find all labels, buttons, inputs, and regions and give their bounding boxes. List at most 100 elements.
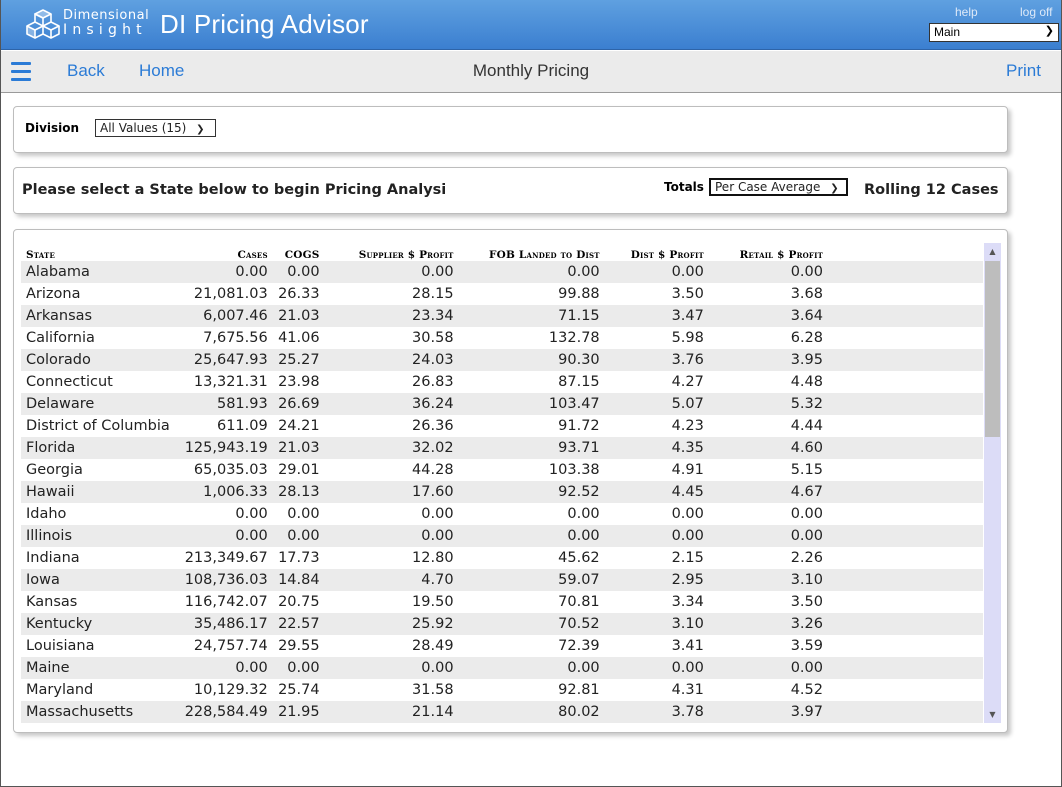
cell-state[interactable]: Georgia [21, 459, 179, 481]
cell-dist-profit: 3.47 [602, 305, 707, 327]
cell-retail-profit: 3.97 [706, 701, 826, 723]
cell-fob-landed-to-dist: 59.07 [456, 569, 603, 591]
cell-retail-profit: 4.52 [706, 679, 826, 701]
cell-fob-landed-to-dist: 99.88 [456, 283, 603, 305]
cell-cases: 116,742.07 [178, 591, 271, 613]
cell-state[interactable]: Kansas [21, 591, 179, 613]
header-retail-profit[interactable]: Retail $ Profit [707, 243, 826, 261]
main-view-select[interactable]: Main ❯ [929, 23, 1059, 42]
cell-fob-landed-to-dist: 132.78 [456, 327, 603, 349]
cell-fob-landed-to-dist: 70.81 [456, 591, 603, 613]
table-row[interactable]: Connecticut 13,321.31 23.98 26.83 87.15 4.27 4… [21, 371, 826, 393]
table-row[interactable]: Indiana 213,349.67 17.73 12.80 45.62 2.15 2.26 [21, 547, 826, 569]
table-row[interactable]: Massachusetts 228,584.49 21.95 21.14 80.02 3.… [21, 701, 826, 723]
cell-supplier-profit: 36.24 [322, 393, 457, 415]
header-cases[interactable]: Cases [179, 243, 271, 261]
table-row[interactable]: Maryland 10,129.32 25.74 31.58 92.81 4.31 4.52 [21, 679, 826, 701]
cell-dist-profit: 4.91 [602, 459, 707, 481]
cell-retail-profit: 3.50 [706, 591, 826, 613]
cell-state[interactable]: Colorado [21, 349, 179, 371]
cell-state[interactable]: Florida [21, 437, 179, 459]
cell-fob-landed-to-dist: 90.30 [456, 349, 603, 371]
cell-retail-profit: 4.60 [706, 437, 826, 459]
table-row[interactable]: Iowa 108,736.03 14.84 4.70 59.07 2.95 3.10 [21, 569, 826, 591]
division-select[interactable]: All Values (15) ❯ [95, 119, 216, 137]
cell-cogs: 21.03 [270, 437, 323, 459]
cell-state[interactable]: Illinois [21, 525, 179, 547]
table-row[interactable]: Hawaii 1,006.33 28.13 17.60 92.52 4.45 4.67 [21, 481, 826, 503]
cell-state[interactable]: Connecticut [21, 371, 179, 393]
totals-select[interactable]: Per Case Average ❯ [709, 178, 848, 196]
table-row[interactable]: Arkansas 6,007.46 21.03 23.34 71.15 3.47 3.64 [21, 305, 826, 327]
table-scroll-area[interactable]: State Cases COGS Supplier $ Profit FOB L… [21, 243, 983, 723]
cell-state[interactable]: Massachusetts [21, 701, 179, 723]
cell-fob-landed-to-dist: 0.00 [456, 503, 603, 525]
cell-state[interactable]: Alabama [21, 261, 179, 283]
scroll-up-arrow-icon[interactable]: ▲ [984, 243, 1001, 260]
cell-fob-landed-to-dist: 92.81 [456, 679, 603, 701]
log-off-link[interactable]: log off [1020, 5, 1052, 19]
cell-state[interactable]: Arizona [21, 283, 179, 305]
app-header: Dimensional Insight DI Pricing Advisor h… [1, 0, 1061, 50]
table-row[interactable]: Alabama 0.00 0.00 0.00 0.00 0.00 0.00 [21, 261, 826, 283]
table-row[interactable]: California 7,675.56 41.06 30.58 132.78 5.98 6.… [21, 327, 826, 349]
back-link[interactable]: Back [67, 61, 105, 81]
cell-retail-profit: 5.32 [706, 393, 826, 415]
cell-retail-profit: 3.59 [706, 635, 826, 657]
app-title: DI Pricing Advisor [160, 9, 369, 39]
table-row[interactable]: Illinois 0.00 0.00 0.00 0.00 0.00 0.00 [21, 525, 826, 547]
cell-dist-profit: 0.00 [602, 657, 707, 679]
table-row[interactable]: Delaware 581.93 26.69 36.24 103.47 5.07 5.32 [21, 393, 826, 415]
cell-state[interactable]: Maine [21, 657, 179, 679]
cell-state[interactable]: Kentucky [21, 613, 179, 635]
table-row[interactable]: Louisiana 24,757.74 29.55 28.49 72.39 3.41 3.5… [21, 635, 826, 657]
cell-cogs: 26.69 [270, 393, 323, 415]
scrollbar-thumb[interactable] [985, 261, 1000, 437]
cell-state[interactable]: California [21, 327, 179, 349]
cell-state[interactable]: Idaho [21, 503, 179, 525]
cell-state[interactable]: Louisiana [21, 635, 179, 657]
cell-state[interactable]: District of Columbia [21, 415, 179, 437]
table-row[interactable]: Kansas 116,742.07 20.75 19.50 70.81 3.34 3.50 [21, 591, 826, 613]
cell-cogs: 41.06 [270, 327, 323, 349]
cell-cogs: 26.33 [270, 283, 323, 305]
cell-cogs: 23.98 [270, 371, 323, 393]
table-row[interactable]: Idaho 0.00 0.00 0.00 0.00 0.00 0.00 [21, 503, 826, 525]
table-row[interactable]: Maine 0.00 0.00 0.00 0.00 0.00 0.00 [21, 657, 826, 679]
cell-dist-profit: 3.34 [602, 591, 707, 613]
scroll-down-arrow-icon[interactable]: ▼ [984, 706, 1001, 723]
home-link[interactable]: Home [139, 61, 184, 81]
header-fob-landed-to-dist[interactable]: FOB Landed to Dist [457, 243, 603, 261]
cell-state[interactable]: Hawaii [21, 481, 179, 503]
table-row[interactable]: Kentucky 35,486.17 22.57 25.92 70.52 3.10 3.26 [21, 613, 826, 635]
cell-cogs: 21.03 [270, 305, 323, 327]
table-scrollbar[interactable]: ▲ ▼ [984, 243, 1001, 723]
table-row[interactable]: Arizona 21,081.03 26.33 28.15 99.88 3.50 3.68 [21, 283, 826, 305]
cell-supplier-profit: 31.58 [322, 679, 457, 701]
cell-supplier-profit: 25.92 [322, 613, 457, 635]
cell-state[interactable]: Maryland [21, 679, 179, 701]
cell-state[interactable]: Arkansas [21, 305, 179, 327]
cell-fob-landed-to-dist: 80.02 [456, 701, 603, 723]
header-supplier-profit[interactable]: Supplier $ Profit [323, 243, 457, 261]
table-row[interactable]: District of Columbia 611.09 24.21 26.36 91.7… [21, 415, 826, 437]
header-dist-profit[interactable]: Dist $ Profit [603, 243, 707, 261]
print-link[interactable]: Print [1006, 61, 1041, 81]
cell-state[interactable]: Indiana [21, 547, 179, 569]
main-view-select-value: Main [934, 25, 961, 39]
header-cogs[interactable]: COGS [271, 243, 323, 261]
cell-state[interactable]: Delaware [21, 393, 179, 415]
cell-cogs: 29.01 [270, 459, 323, 481]
table-row[interactable]: Georgia 65,035.03 29.01 44.28 103.38 4.91 5.15 [21, 459, 826, 481]
header-state[interactable]: State [21, 243, 179, 261]
cell-state[interactable]: Iowa [21, 569, 179, 591]
cell-cases: 7,675.56 [178, 327, 271, 349]
cell-dist-profit: 3.78 [602, 701, 707, 723]
table-row[interactable]: Florida 125,943.19 21.03 32.02 93.71 4.35 4.60 [21, 437, 826, 459]
cell-retail-profit: 0.00 [706, 657, 826, 679]
totals-label: Totals [664, 180, 704, 194]
cell-supplier-profit: 21.14 [322, 701, 457, 723]
navigation-bar: Monthly Pricing Back Home Print [1, 51, 1061, 93]
help-link[interactable]: help [955, 5, 978, 19]
table-row[interactable]: Colorado 25,647.93 25.27 24.03 90.30 3.76 3.95 [21, 349, 826, 371]
